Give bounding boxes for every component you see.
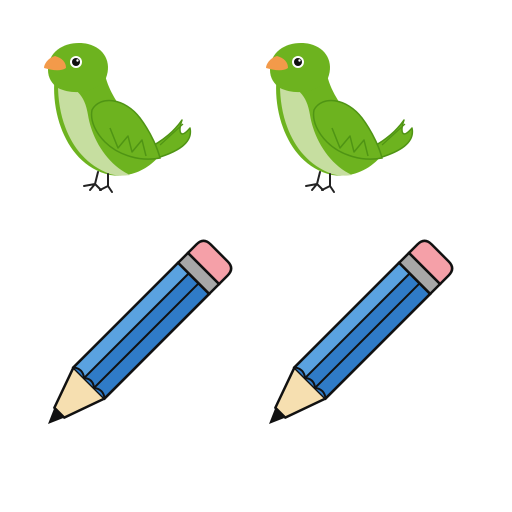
bird-1 <box>43 42 192 194</box>
pencil-1 <box>31 236 236 441</box>
bird-2 <box>265 42 414 194</box>
illustration-canvas <box>31 42 457 441</box>
pencil-2 <box>252 236 457 441</box>
